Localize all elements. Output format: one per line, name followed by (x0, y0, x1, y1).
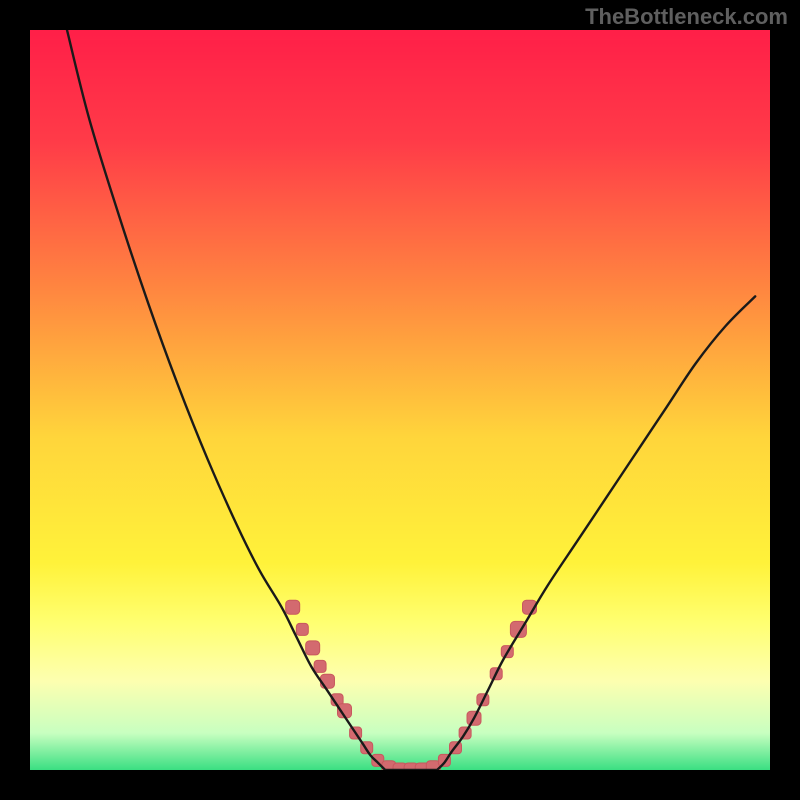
data-marker (320, 674, 334, 688)
outer-black-frame: TheBottleneck.com (0, 0, 800, 800)
data-marker (296, 623, 308, 635)
chart-svg (30, 30, 770, 770)
bottleneck-curve (67, 30, 755, 770)
data-marker (306, 641, 320, 655)
watermark-text: TheBottleneck.com (585, 4, 788, 30)
plot-area (30, 30, 770, 770)
data-marker (314, 660, 326, 672)
data-marker (286, 600, 300, 614)
